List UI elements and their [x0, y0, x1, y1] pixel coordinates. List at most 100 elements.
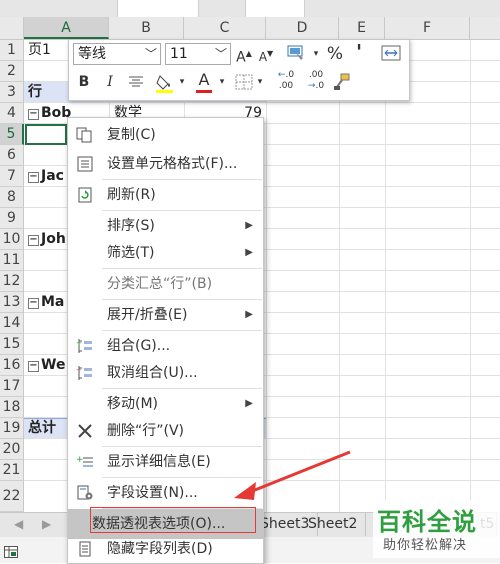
row-header[interactable]: 9 — [0, 208, 24, 229]
row-header[interactable]: 2 — [0, 61, 24, 82]
row-header[interactable]: 5 — [0, 124, 24, 145]
menu-item-ungroup[interactable]: − 取消组合(U)... — [68, 358, 263, 388]
column-header-f[interactable]: F — [385, 17, 470, 39]
collapse-button[interactable]: − — [28, 172, 39, 183]
column-header-row: A B C D E F — [0, 17, 500, 40]
svg-text:+: + — [76, 455, 84, 465]
menu-item-move[interactable]: 移动(M) ▶ — [68, 389, 263, 419]
merge-center-icon[interactable] — [381, 45, 401, 61]
watermark-title: 百科全说 — [377, 508, 477, 536]
font-color-dropdown-icon[interactable]: ▾ — [217, 71, 227, 93]
column-header-b[interactable]: B — [109, 17, 184, 39]
cell-a19[interactable]: 总计 — [28, 418, 56, 438]
group-icon: + — [76, 339, 92, 353]
row-header[interactable]: 19 — [0, 418, 24, 439]
row-header[interactable]: 3 — [0, 82, 24, 103]
row-header[interactable]: 21 — [0, 460, 24, 481]
format-cells-icon — [77, 156, 93, 172]
row-header[interactable]: 6 — [0, 145, 24, 166]
format-painter-icon[interactable] — [333, 73, 351, 91]
field-list-icon — [79, 541, 91, 557]
menu-item-hide-field-list[interactable]: 隐藏字段列表(D) — [68, 534, 263, 564]
row-header[interactable]: 8 — [0, 187, 24, 208]
font-color-button[interactable]: A — [195, 69, 213, 93]
refresh-icon — [78, 187, 92, 203]
row-header[interactable]: 16 — [0, 355, 24, 376]
borders-dropdown-icon[interactable]: ▾ — [255, 71, 265, 93]
collapse-button[interactable]: − — [28, 298, 39, 309]
macro-record-icon[interactable] — [4, 546, 18, 558]
column-header-e[interactable]: E — [339, 17, 385, 39]
grow-font-button[interactable]: A▲ — [235, 43, 253, 66]
row-header[interactable]: 22 — [0, 481, 24, 512]
menu-item-copy[interactable]: 复制(C) — [68, 120, 263, 150]
row-header[interactable]: 10 — [0, 229, 24, 250]
row-header[interactable]: 14 — [0, 313, 24, 334]
column-header-a[interactable]: A — [24, 17, 109, 39]
svg-text:−: − — [76, 366, 82, 374]
submenu-arrow-icon: ▶ — [245, 398, 253, 409]
row-header[interactable]: 1 — [0, 40, 24, 61]
ribbon-tab-area — [245, 0, 305, 17]
align-center-icon[interactable] — [127, 75, 145, 89]
ungroup-icon: − — [76, 366, 92, 380]
italic-button[interactable]: I — [101, 71, 119, 93]
fill-color-icon[interactable] — [155, 73, 175, 93]
row-header[interactable]: 13 — [0, 292, 24, 313]
row-header[interactable]: 20 — [0, 439, 24, 460]
cell-a10[interactable]: − Joh — [28, 229, 66, 249]
menu-item-filter[interactable]: 筛选(T) ▶ — [68, 238, 263, 268]
percent-style-button[interactable]: % — [325, 43, 345, 65]
collapse-button[interactable]: − — [28, 361, 39, 372]
cell-a3[interactable]: 行 — [28, 82, 42, 102]
row-header[interactable]: 18 — [0, 397, 24, 418]
cell-a13[interactable]: − Ma — [28, 292, 64, 312]
comma-style-button[interactable]: ' — [351, 41, 367, 63]
row-header[interactable]: 7 — [0, 166, 24, 187]
collapse-button[interactable]: − — [28, 109, 39, 120]
active-cell-a5[interactable] — [25, 124, 67, 145]
bold-button[interactable]: B — [75, 71, 93, 93]
decrease-decimal-button[interactable]: .00 →.0 — [303, 70, 329, 92]
cell-style-dropdown-icon[interactable]: ▾ — [311, 43, 321, 65]
title-strip — [0, 0, 500, 17]
submenu-arrow-icon: ▶ — [245, 247, 253, 258]
watermark-subtitle: 助你轻松解决 — [383, 538, 468, 553]
cell-a1[interactable]: 页1 — [28, 40, 51, 60]
ribbon-tab-area — [117, 0, 199, 17]
shrink-font-button[interactable]: A▼ — [257, 43, 275, 65]
menu-item-expand-collapse[interactable]: 展开/折叠(E) ▶ — [68, 300, 263, 330]
row-header[interactable]: 12 — [0, 271, 24, 292]
row-header[interactable]: 4 — [0, 103, 24, 124]
menu-item-sort[interactable]: 排序(S) ▶ — [68, 211, 263, 241]
cell-a7[interactable]: − Jac — [28, 166, 64, 186]
column-header-c[interactable]: C — [184, 17, 266, 39]
cell-style-icon[interactable] — [287, 44, 309, 62]
row-header[interactable]: 15 — [0, 334, 24, 355]
field-settings-icon — [77, 485, 93, 500]
row-header[interactable]: 11 — [0, 250, 24, 271]
menu-item-group[interactable]: + 组合(G)... — [68, 331, 263, 361]
menu-item-format-cells[interactable]: 设置单元格格式(F)... — [68, 149, 263, 179]
row-header[interactable]: 17 — [0, 376, 24, 397]
collapse-button[interactable]: − — [28, 235, 39, 246]
svg-text:+: + — [76, 339, 82, 347]
copy-icon — [76, 127, 92, 143]
menu-item-delete-row[interactable]: 删除“行”(V) — [68, 416, 263, 446]
increase-decimal-button[interactable]: ←.0.00 — [273, 70, 299, 92]
borders-icon[interactable] — [235, 74, 253, 90]
highlight-box — [90, 507, 256, 533]
column-header-d[interactable]: D — [266, 17, 339, 39]
sheet-tab[interactable]: Sheet2 — [300, 513, 367, 536]
cell-a4[interactable]: − Bob — [28, 103, 71, 123]
font-name-dropdown[interactable]: 等线 ﹀ — [73, 43, 161, 65]
column-header-g[interactable] — [470, 17, 500, 39]
menu-item-refresh[interactable]: 刷新(R) — [68, 180, 263, 210]
font-size-dropdown[interactable]: 11 ﹀ — [165, 43, 231, 65]
menu-item-subtotal[interactable]: 分类汇总“行”(B) — [68, 269, 263, 299]
select-all-corner[interactable] — [0, 17, 24, 39]
scroll-left-icon[interactable]: ◀ — [14, 517, 23, 531]
fill-color-dropdown-icon[interactable]: ▾ — [177, 71, 187, 93]
scroll-right-icon[interactable]: ▶ — [42, 517, 51, 531]
cell-a16[interactable]: − We — [28, 355, 65, 375]
